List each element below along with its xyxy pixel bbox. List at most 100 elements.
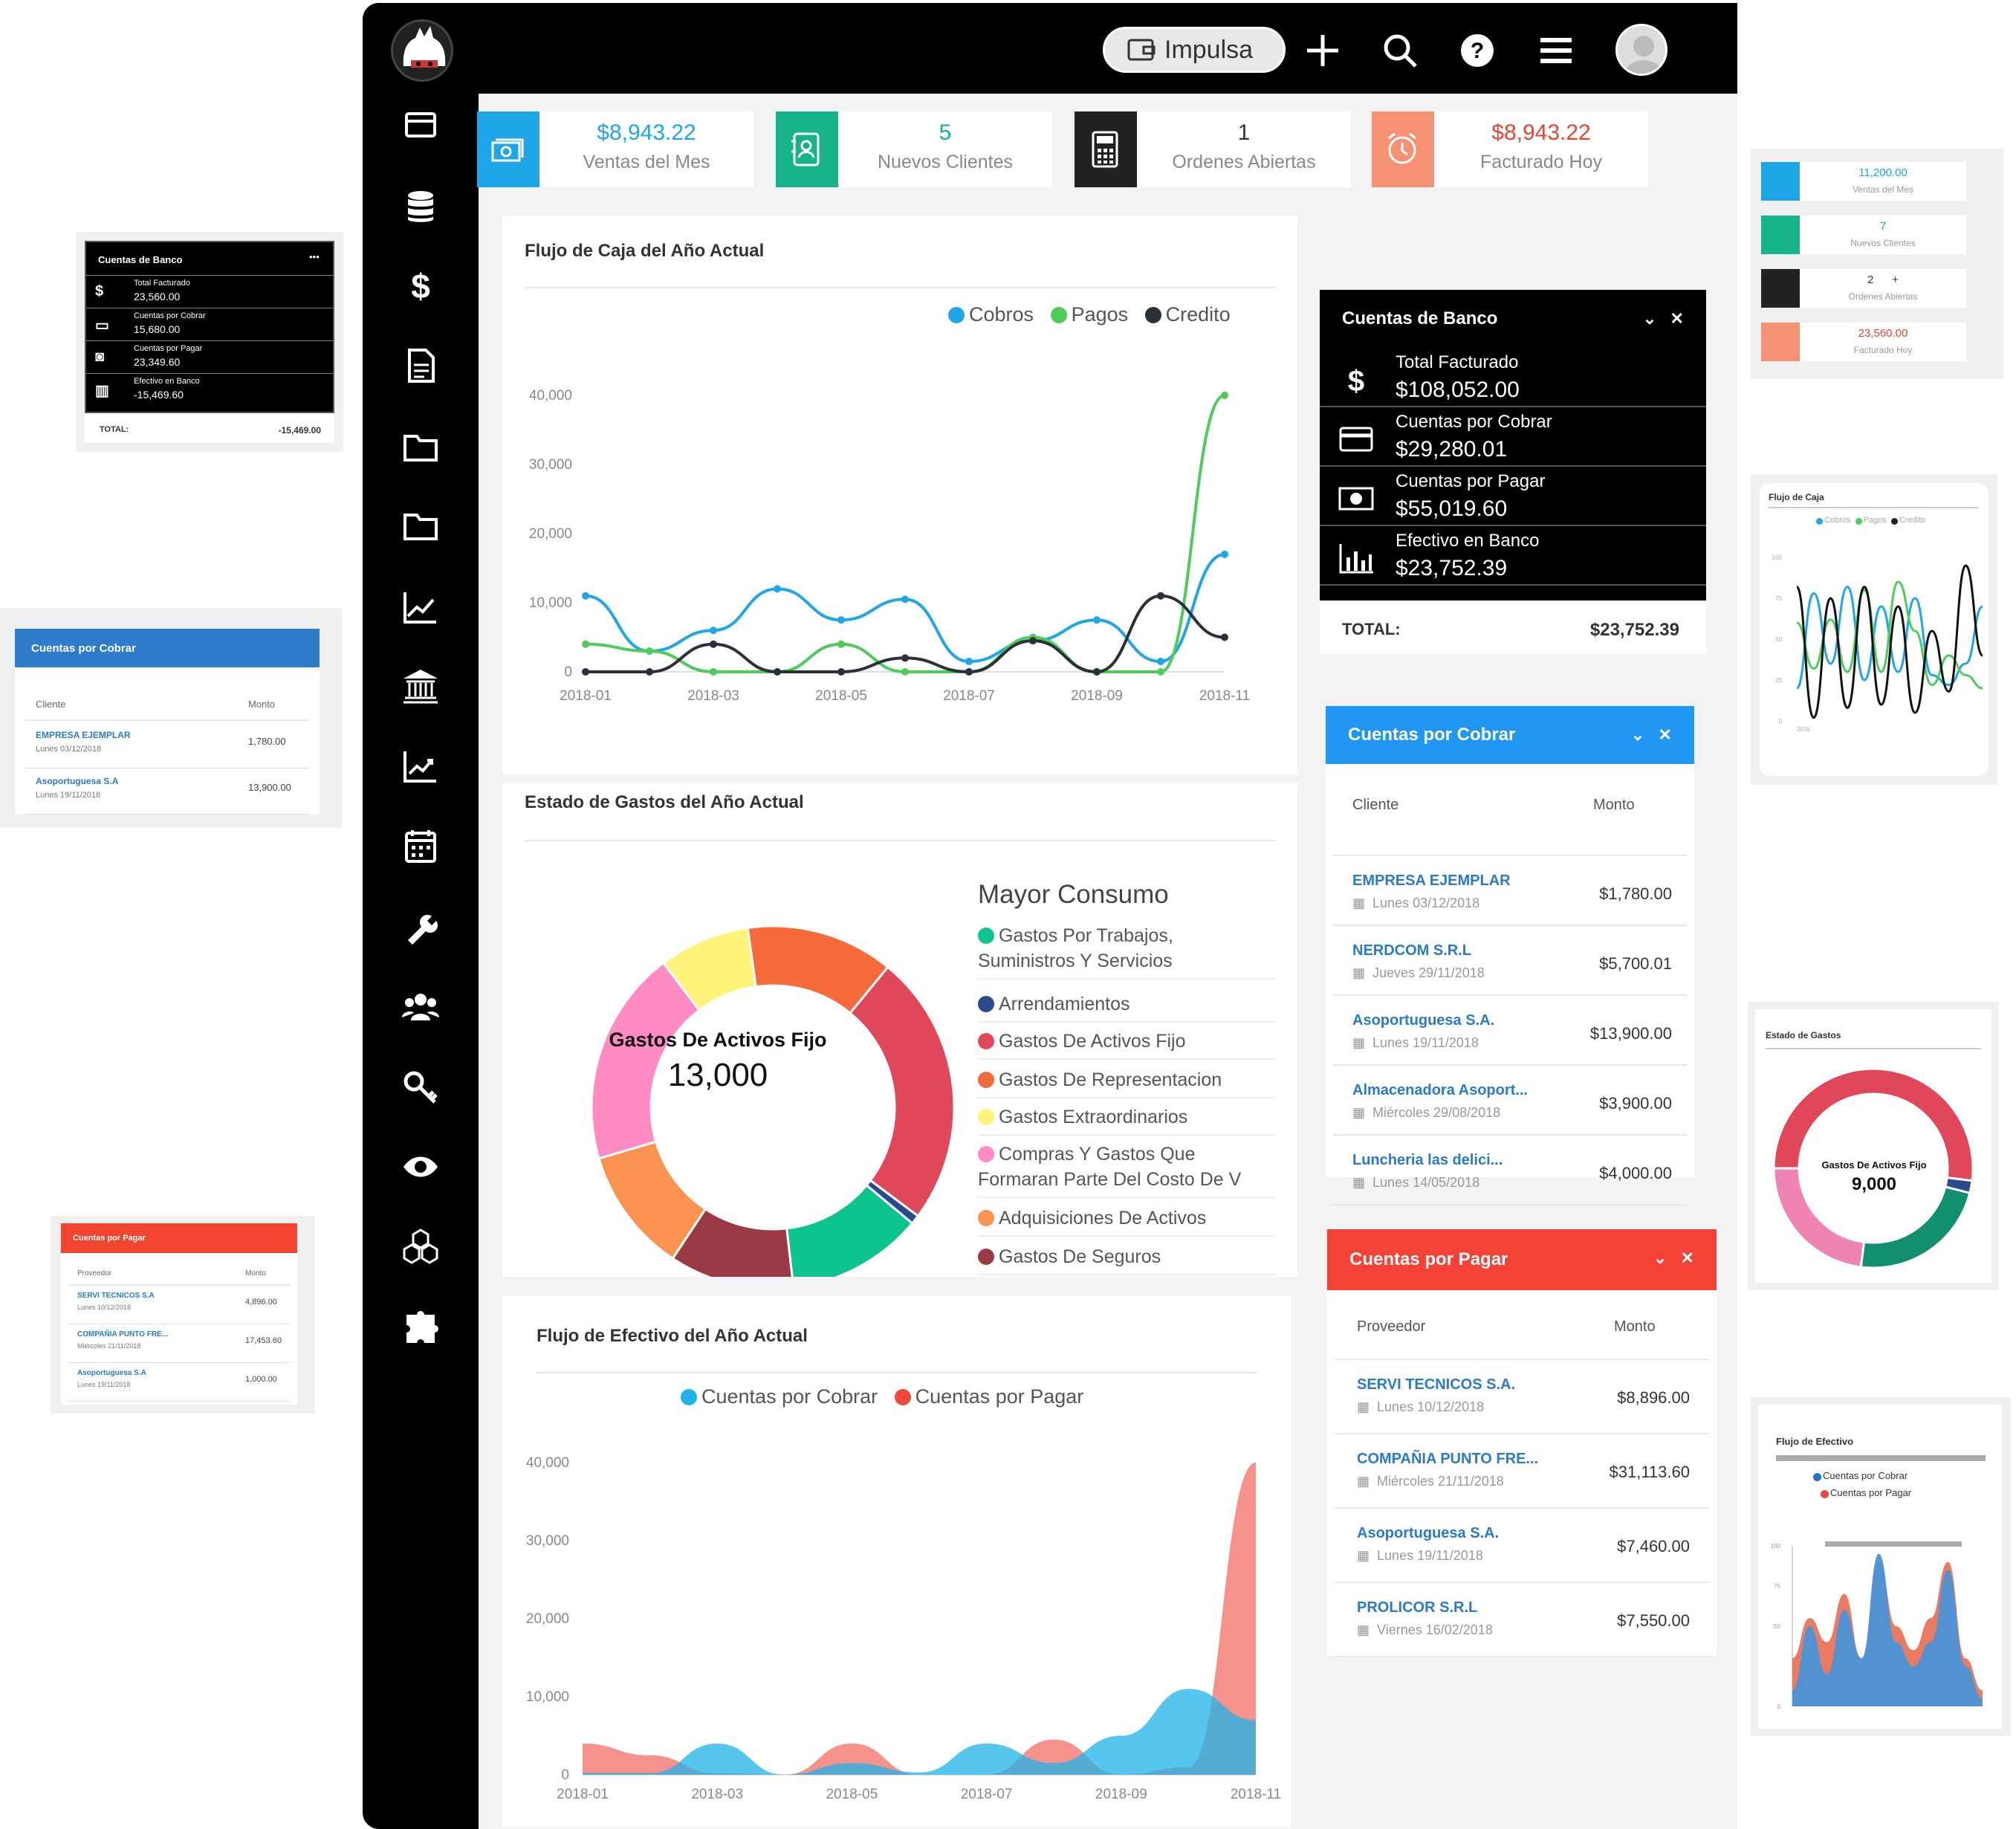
legend-item[interactable]: Gastos Por Trabajos, Suministros Y Servi… xyxy=(978,923,1275,980)
cubes-icon[interactable] xyxy=(400,1226,441,1268)
data-point[interactable] xyxy=(646,668,653,676)
brand-logo[interactable] xyxy=(391,19,453,82)
help-icon[interactable]: ? xyxy=(1455,28,1500,73)
eye-icon[interactable] xyxy=(400,1146,441,1188)
search-icon[interactable] xyxy=(1378,28,1422,73)
legend-item[interactable]: Arrendamientos xyxy=(978,991,1275,1023)
data-point[interactable] xyxy=(837,640,845,648)
data-point[interactable] xyxy=(1221,550,1228,558)
legend-item[interactable]: Compras Y Gastos Que Formaran Parte Del … xyxy=(978,1142,1275,1198)
data-point[interactable] xyxy=(901,654,909,662)
table-row[interactable]: Almacenadora Asoport... ▦ Miércoles 29/08… xyxy=(1333,1066,1687,1136)
data-point[interactable] xyxy=(710,640,717,648)
dollar-icon[interactable]: $ xyxy=(400,265,441,306)
legend-item[interactable]: Gastos De Representacion xyxy=(978,1067,1275,1098)
key-icon[interactable] xyxy=(400,1066,441,1107)
database-icon[interactable] xyxy=(400,186,441,227)
avatar[interactable] xyxy=(1615,24,1667,76)
data-point[interactable] xyxy=(710,627,717,635)
impulsa-button[interactable]: Impulsa xyxy=(1103,27,1286,73)
stat-tile[interactable]: 1 Ordenes Abiertas xyxy=(1075,111,1351,187)
donut-slice[interactable] xyxy=(1859,1185,1971,1269)
row-name[interactable]: Almacenadora Asoport... xyxy=(1352,1082,1528,1099)
puzzle-icon[interactable] xyxy=(400,1307,441,1348)
data-point[interactable] xyxy=(901,595,909,603)
legend-item[interactable]: Adquisiciones De Activos xyxy=(978,1205,1275,1237)
users-icon[interactable] xyxy=(400,985,441,1027)
data-point[interactable] xyxy=(965,658,973,666)
row-name[interactable]: Asoportuguesa S.A. xyxy=(1352,1012,1494,1029)
document-icon[interactable] xyxy=(400,345,441,386)
data-point[interactable] xyxy=(582,668,589,676)
data-point[interactable] xyxy=(965,668,973,676)
table-row[interactable]: Asoportuguesa S.A. ▦ Lunes 19/11/2018 $13,… xyxy=(1333,996,1687,1066)
table-row[interactable]: COMPAÑIA PUNTO FRE... Miércoles 21/11/201… xyxy=(68,1324,290,1363)
row-name[interactable]: Asoportuguesa S.A. xyxy=(1357,1525,1499,1542)
mini-stat-tile[interactable]: 7 Nuevos Clientes xyxy=(1761,216,1966,254)
row-name[interactable]: COMPAÑIA PUNTO FRE... xyxy=(1357,1451,1538,1468)
wrench-icon[interactable] xyxy=(400,905,441,947)
legend-item[interactable]: Gastos Extraordinarios xyxy=(978,1104,1275,1136)
stat-tile[interactable]: $8,943.22 Facturado Hoy xyxy=(1372,111,1648,187)
bank-row[interactable]: Cuentas por Cobrar $29,280.01 xyxy=(1320,407,1706,467)
table-row[interactable]: EMPRESA EJEMPLAR ▦ Lunes 03/12/2018 $1,780… xyxy=(1333,856,1687,926)
table-row[interactable]: Asoportuguesa S.A Lunes 19/11/2018 13,900.… xyxy=(25,768,309,815)
data-point[interactable] xyxy=(837,616,845,624)
stat-tile[interactable]: 5 Nuevos Clientes xyxy=(776,111,1052,187)
row-name[interactable]: NERDCOM S.R.L xyxy=(1352,942,1485,959)
bank-controls[interactable]: ⌄ ✕ xyxy=(1643,309,1684,328)
bank-icon[interactable] xyxy=(400,664,441,706)
bank-row[interactable]: $ Total Facturado $108,052.00 xyxy=(1320,348,1706,407)
table-row[interactable]: SERVI TECNICOS S.A. ▦ Lunes 10/12/2018 $8,… xyxy=(1335,1360,1709,1434)
calendar-icon[interactable] xyxy=(400,825,441,867)
row-name[interactable]: COMPAÑIA PUNTO FRE... xyxy=(77,1330,168,1338)
table-row[interactable]: Luncheria las delici... ▦ Lunes 14/05/201… xyxy=(1333,1136,1687,1205)
table-row[interactable]: PROLICOR S.R.L ▦ Viernes 16/02/2018 $7,550… xyxy=(1335,1583,1709,1657)
row-name[interactable]: Asoportuguesa S.A xyxy=(77,1369,146,1377)
bank-row[interactable]: Efectivo en Banco $23,752.39 xyxy=(1320,526,1706,586)
table-row[interactable]: EMPRESA EJEMPLAR Lunes 03/12/2018 1,780.00 xyxy=(25,722,309,768)
table-row[interactable]: Asoportuguesa S.A Lunes 19/11/2018 1,000.0… xyxy=(68,1363,290,1402)
row-name[interactable]: PROLICOR S.R.L xyxy=(1357,1599,1493,1616)
data-point[interactable] xyxy=(774,585,781,593)
data-point[interactable] xyxy=(1221,633,1228,641)
row-name[interactable]: EMPRESA EJEMPLAR xyxy=(1352,873,1511,890)
data-point[interactable] xyxy=(646,647,653,655)
mini-stat-tile[interactable]: 2 + Ordenes Abiertas xyxy=(1761,269,1966,308)
bank-row[interactable]: Cuentas por Pagar $55,019.60 xyxy=(1320,467,1706,526)
data-point[interactable] xyxy=(774,668,781,676)
data-point[interactable] xyxy=(710,668,717,676)
row-name[interactable]: SERVI TECNICOS S.A xyxy=(77,1292,155,1300)
stat-tile[interactable]: $8,943.22 Ventas del Mes xyxy=(477,111,753,187)
data-point[interactable] xyxy=(1221,392,1228,399)
plus-icon[interactable] xyxy=(1300,28,1345,73)
table-row[interactable]: COMPAÑIA PUNTO FRE... ▦ Miércoles 21/11/2… xyxy=(1335,1434,1709,1509)
row-name[interactable]: EMPRESA EJEMPLAR xyxy=(36,730,131,740)
data-point[interactable] xyxy=(1157,668,1164,676)
table-row[interactable]: NERDCOM S.R.L ▦ Jueves 29/11/2018 $5,700.0… xyxy=(1333,926,1687,996)
mini-stat-tile[interactable]: 11,200.00 Ventas del Mes xyxy=(1761,162,1966,201)
card-icon[interactable] xyxy=(400,104,441,146)
data-point[interactable] xyxy=(1029,637,1037,645)
folder-icon[interactable] xyxy=(400,427,441,468)
data-point[interactable] xyxy=(837,668,845,676)
data-point[interactable] xyxy=(1093,616,1101,624)
row-name[interactable]: Asoportuguesa S.A xyxy=(36,776,118,786)
legend-item[interactable]: Gastos De Activos Fijo xyxy=(978,1029,1275,1060)
data-point[interactable] xyxy=(901,668,909,676)
folder-icon[interactable] xyxy=(400,505,441,547)
row-name[interactable]: SERVI TECNICOS S.A. xyxy=(1357,1376,1515,1393)
data-point[interactable] xyxy=(582,640,589,648)
line-chart-icon[interactable] xyxy=(400,586,441,627)
table-row[interactable]: SERVI TECNICOS S.A Lunes 10/12/2018 4,896.… xyxy=(68,1286,290,1324)
table-row[interactable]: Asoportuguesa S.A. ▦ Lunes 19/11/2018 $7,4… xyxy=(1335,1509,1709,1583)
menu-icon[interactable] xyxy=(1534,28,1578,73)
data-point[interactable] xyxy=(1157,658,1164,666)
mini-bank-menu[interactable]: ••• xyxy=(309,251,320,262)
data-point[interactable] xyxy=(582,592,589,600)
trend-chart-icon[interactable] xyxy=(400,745,441,786)
mini-stat-tile[interactable]: 23,560.00 Facturado Hoy xyxy=(1761,323,1966,361)
data-point[interactable] xyxy=(1157,592,1164,600)
data-point[interactable] xyxy=(1093,668,1101,676)
row-name[interactable]: Luncheria las delici... xyxy=(1352,1152,1503,1169)
